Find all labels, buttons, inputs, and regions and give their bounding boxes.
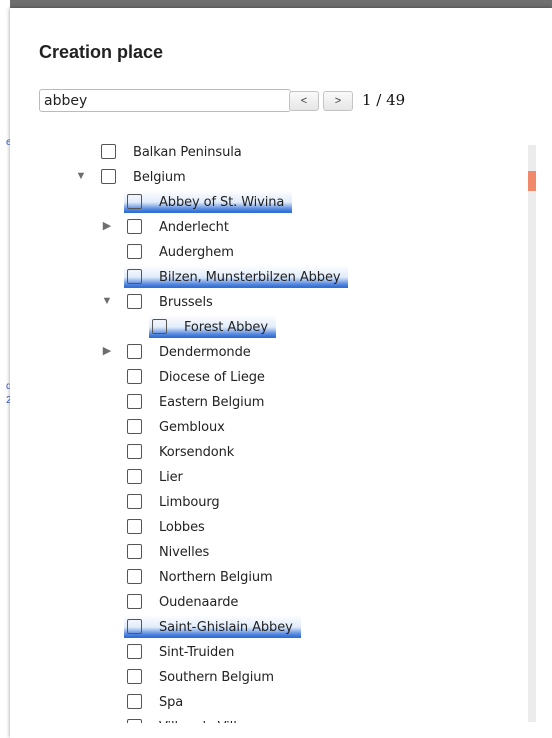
tree-item-label: Abbey of St. Wivina [159, 195, 285, 210]
tree-item[interactable]: Limbourg [50, 489, 520, 514]
tree-item-label: Limbourg [159, 495, 220, 510]
tree-item-checkbox[interactable] [127, 694, 142, 709]
caret-right-icon[interactable]: ▶ [101, 345, 113, 357]
tree-item-checkbox[interactable] [127, 244, 142, 259]
tree-item-checkbox[interactable] [127, 544, 142, 559]
tree-item-label: Eastern Belgium [159, 395, 265, 410]
tree-item-checkbox[interactable] [127, 294, 142, 309]
tree-item[interactable]: ▼ Belgium [50, 164, 520, 189]
tree-item[interactable]: Eastern Belgium [50, 389, 520, 414]
tree-item-checkbox[interactable] [127, 344, 142, 359]
tree-item[interactable]: Abbey of St. Wivina [50, 189, 520, 214]
tree-item-checkbox[interactable] [127, 469, 142, 484]
tree-item-label: Diocese of Liege [159, 370, 265, 385]
background-page-strip: e d 2( [0, 0, 15, 738]
tree-item[interactable]: Spa [50, 689, 520, 714]
previous-match-button[interactable]: < [289, 91, 319, 111]
tree-item[interactable]: Nivelles [50, 539, 520, 564]
search-input[interactable] [39, 89, 291, 112]
dialog-title: Creation place [39, 42, 164, 62]
tree-item[interactable]: ▶ Dendermonde [50, 339, 520, 364]
tree-item[interactable]: Oudenaarde [50, 589, 520, 614]
tree-item-checkbox[interactable] [127, 644, 142, 659]
tree-item[interactable]: Forest Abbey [50, 314, 520, 339]
tree-item-checkbox[interactable] [101, 144, 116, 159]
match-counter: 1 / 49 [362, 91, 406, 109]
tree-item[interactable]: Lier [50, 464, 520, 489]
tree-item-checkbox[interactable] [127, 519, 142, 534]
tree-item-checkbox[interactable] [127, 494, 142, 509]
tree-item-checkbox[interactable] [152, 319, 167, 334]
tree-item-label: Korsendonk [159, 445, 235, 460]
tree-item-checkbox[interactable] [127, 619, 142, 634]
tree-item[interactable]: ▼ Brussels [50, 289, 520, 314]
tree-item-label: Anderlecht [159, 220, 229, 235]
tree-item-label: Brussels [159, 295, 213, 310]
tree-item-checkbox[interactable] [127, 594, 142, 609]
tree-item[interactable]: Korsendonk [50, 439, 520, 464]
tree-item-checkbox[interactable] [127, 444, 142, 459]
tree-item-label: Forest Abbey [184, 320, 268, 335]
tree-item-checkbox[interactable] [127, 219, 142, 234]
tree-item-label: Bilzen, Munsterbilzen Abbey [159, 270, 341, 285]
tree-item[interactable]: Auderghem [50, 239, 520, 264]
caret-down-icon[interactable]: ▼ [75, 170, 87, 182]
scrollbar-track[interactable] [528, 145, 536, 722]
tree-item-checkbox[interactable] [127, 569, 142, 584]
next-match-button[interactable]: > [323, 91, 353, 111]
caret-right-icon[interactable]: ▶ [101, 220, 113, 232]
tree-item[interactable]: Gembloux [50, 414, 520, 439]
tree-item-checkbox[interactable] [101, 169, 116, 184]
tree-item[interactable]: ▶ Anderlecht [50, 214, 520, 239]
tree-item-checkbox[interactable] [127, 719, 142, 723]
tree-item[interactable]: Diocese of Liege [50, 364, 520, 389]
tree-item-label: Villers-la-Ville [159, 720, 245, 723]
tree-item[interactable]: Sint-Truiden [50, 639, 520, 664]
tree-item-checkbox[interactable] [127, 394, 142, 409]
tree-item[interactable]: Villers-la-Ville [50, 714, 520, 723]
tree-item-label: Balkan Peninsula [133, 145, 242, 160]
tree-item-checkbox[interactable] [127, 669, 142, 684]
tree-item-label: Northern Belgium [159, 570, 273, 585]
tree-item-checkbox[interactable] [127, 269, 142, 284]
tree-item-label: Belgium [133, 170, 186, 185]
tree-item[interactable]: Southern Belgium [50, 664, 520, 689]
tree-item-checkbox[interactable] [127, 194, 142, 209]
tree-item-label: Nivelles [159, 545, 210, 560]
tree-item-label: Southern Belgium [159, 670, 274, 685]
tree-item-checkbox[interactable] [127, 369, 142, 384]
tree-item[interactable]: Saint-Ghislain Abbey [50, 614, 520, 639]
tree-item[interactable]: Lobbes [50, 514, 520, 539]
creation-place-dialog: Creation place < > 1 / 49 Balkan Peninsu… [10, 8, 552, 738]
caret-down-icon[interactable]: ▼ [101, 295, 113, 307]
tree-item-label: Saint-Ghislain Abbey [159, 620, 293, 635]
tree-item-label: Dendermonde [159, 345, 251, 360]
tree-item-checkbox[interactable] [127, 419, 142, 434]
tree-item-label: Auderghem [159, 245, 234, 260]
place-tree: Balkan Peninsula ▼ Belgium Abbey of St. Wiv… [50, 133, 520, 723]
tree-item-label: Sint-Truiden [159, 645, 235, 660]
tree-item[interactable]: Bilzen, Munsterbilzen Abbey [50, 264, 520, 289]
tree-item-label: Oudenaarde [159, 595, 239, 610]
tree-item[interactable]: Balkan Peninsula [50, 139, 520, 164]
tree-item-label: Lier [159, 470, 183, 485]
tree-item-label: Spa [159, 695, 184, 710]
tree-item-label: Lobbes [159, 520, 205, 535]
tree-item[interactable]: Northern Belgium [50, 564, 520, 589]
scrollbar-thumb[interactable] [528, 171, 536, 191]
tree-item-label: Gembloux [159, 420, 225, 435]
